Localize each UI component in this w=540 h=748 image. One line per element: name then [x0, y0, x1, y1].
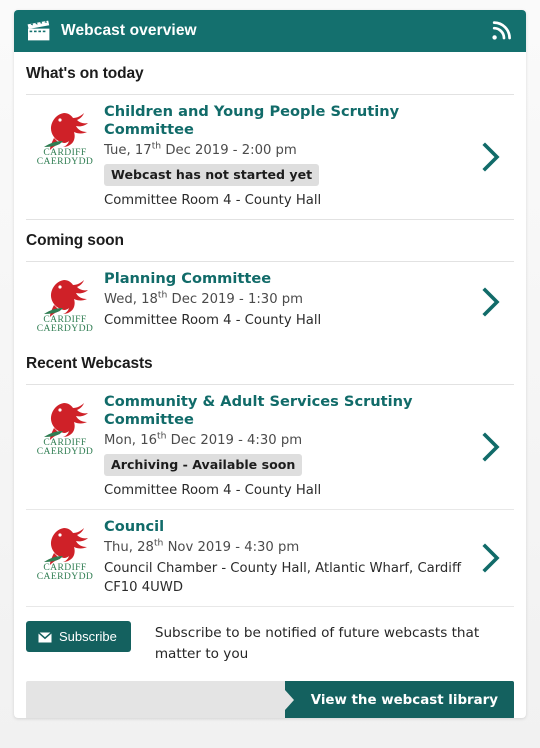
event-location: Committee Room 4 - County Hall: [104, 483, 322, 498]
crest-line-2: CAERDYDD: [37, 156, 94, 167]
subscribe-description: Subscribe to be notified of future webca…: [154, 625, 480, 662]
card-header: Webcast overview: [14, 10, 526, 52]
event-date-prefix: Tue, 17: [104, 143, 152, 158]
event-details: Children and Young People Scrutiny Commi…: [104, 103, 472, 210]
event-location: Committee Room 4 - County Hall: [104, 313, 322, 328]
cardiff-council-crest: CARDIFF CAERDYDD: [26, 518, 104, 582]
event-title[interactable]: Planning Committee: [104, 270, 466, 288]
list-item[interactable]: CARDIFF CAERDYDD Council Thu, 28th Nov 2…: [26, 510, 514, 607]
event-location: Council Chamber - County Hall, Atlantic …: [104, 561, 462, 595]
event-date: Thu, 28th Nov 2019 - 4:30 pm: [104, 537, 466, 557]
webcast-overview-card: Webcast overview What's on today CARDIFF…: [14, 10, 526, 718]
svg-text:CAERDYDD: CAERDYDD: [37, 323, 94, 334]
event-date-prefix: Mon, 16: [104, 433, 157, 448]
event-date: Tue, 17th Dec 2019 - 2:00 pm: [104, 140, 466, 160]
subscribe-button[interactable]: Subscribe: [26, 621, 131, 652]
event-date: Mon, 16th Dec 2019 - 4:30 pm: [104, 430, 466, 450]
cardiff-council-crest: CARDIFF CAERDYDD: [26, 270, 104, 334]
rss-feed-icon[interactable]: [490, 20, 512, 42]
event-open-arrow[interactable]: [472, 287, 514, 317]
cardiff-council-crest: CARDIFF CAERDYDD: [26, 393, 104, 457]
cardiff-council-crest: CARDIFF CAERDYDD: [26, 103, 104, 167]
section-heading-recent-webcasts: Recent Webcasts: [26, 343, 514, 385]
envelope-icon: [38, 631, 52, 643]
event-details: Planning Committee Wed, 18th Dec 2019 - …: [104, 270, 472, 330]
event-date-ordinal: th: [157, 289, 168, 301]
view-webcast-library-label: View the webcast library: [310, 692, 498, 708]
event-date-ordinal: th: [151, 140, 162, 152]
event-date-prefix: Thu, 28: [104, 540, 154, 555]
event-title[interactable]: Community & Adult Services Scrutiny Comm…: [104, 393, 466, 429]
clapperboard-icon: [26, 20, 52, 42]
event-open-arrow[interactable]: [472, 542, 514, 573]
section-heading-todays-webcasts: What's on today: [26, 52, 514, 95]
card-footer: View the webcast library: [14, 681, 526, 718]
event-details: Council Thu, 28th Nov 2019 - 4:30 pm Cou…: [104, 518, 472, 597]
event-title[interactable]: Children and Young People Scrutiny Commi…: [104, 103, 466, 139]
event-date-suffix: Dec 2019 - 2:00 pm: [161, 143, 297, 158]
status-badge: Webcast has not started yet: [104, 164, 320, 186]
event-date-ordinal: th: [156, 430, 167, 442]
event-date-ordinal: th: [153, 537, 164, 549]
arrow-notch-icon: [284, 681, 299, 718]
event-details: Community & Adult Services Scrutiny Comm…: [104, 393, 472, 500]
subscribe-button-label: Subscribe: [59, 629, 117, 644]
event-title[interactable]: Council: [104, 518, 466, 536]
footer-bar: View the webcast library: [26, 681, 514, 718]
section-heading-coming-soon: Coming soon: [26, 219, 514, 262]
list-item[interactable]: CARDIFF CAERDYDD Children and Young Peop…: [26, 95, 514, 219]
list-item[interactable]: CARDIFF CAERDYDD Community & Adult Servi…: [26, 385, 514, 510]
subscribe-area: Subscribe Subscribe to be notified of fu…: [26, 607, 514, 681]
event-location: Committee Room 4 - County Hall: [104, 193, 322, 208]
svg-text:CAERDYDD: CAERDYDD: [37, 571, 94, 582]
status-badge: Archiving - Available soon: [104, 454, 303, 476]
event-open-arrow[interactable]: [472, 141, 514, 172]
page-title: Webcast overview: [61, 22, 197, 39]
event-date-suffix: Dec 2019 - 1:30 pm: [167, 292, 303, 307]
event-date-prefix: Wed, 18: [104, 292, 158, 307]
event-date: Wed, 18th Dec 2019 - 1:30 pm: [104, 289, 466, 309]
card-body: What's on today CARDIFF CAERDYDD Childre…: [14, 52, 526, 681]
event-date-suffix: Dec 2019 - 4:30 pm: [166, 433, 303, 448]
view-webcast-library-button[interactable]: View the webcast library: [284, 681, 514, 718]
svg-text:CAERDYDD: CAERDYDD: [37, 446, 94, 457]
event-date-suffix: Nov 2019 - 4:30 pm: [163, 540, 300, 555]
list-item[interactable]: CARDIFF CAERDYDD Planning Committee Wed,…: [26, 262, 514, 343]
event-open-arrow[interactable]: [472, 431, 514, 462]
